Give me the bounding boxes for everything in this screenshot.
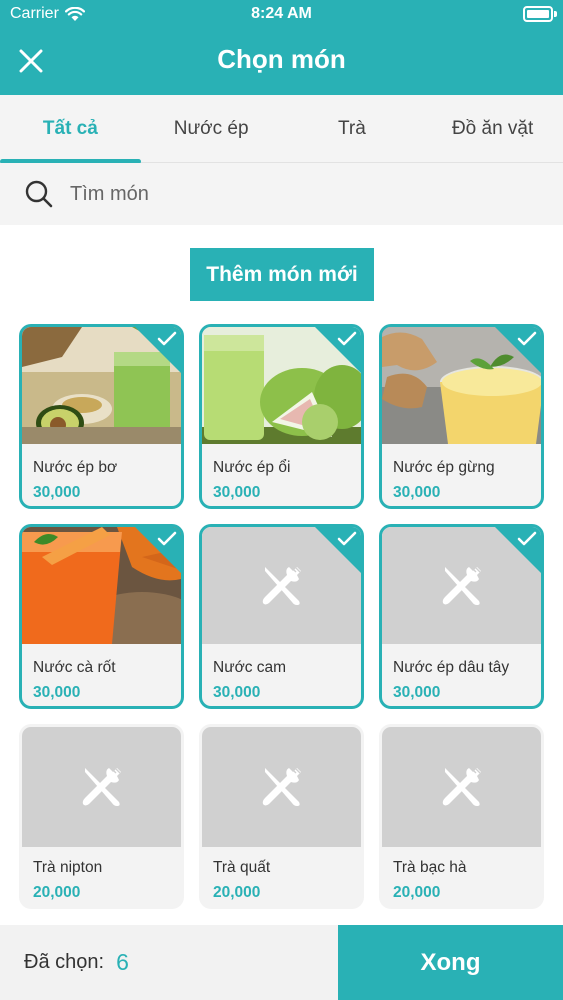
tab-all[interactable]: Tất cả <box>0 95 141 164</box>
add-new-item-button[interactable]: Thêm món mới <box>190 248 374 301</box>
item-name: Nước ép bơ <box>33 459 118 476</box>
status-bar: Carrier 8:24 AM <box>0 0 563 30</box>
menu-grid: Nước ép bơ 30,000 Nước ép ổi 30,000 Nước… <box>19 324 545 909</box>
battery-tip <box>554 11 557 17</box>
item-price: 20,000 <box>393 884 441 901</box>
menu-item-card[interactable]: Nước ép ổi 30,000 <box>199 324 364 509</box>
search-icon <box>25 180 53 208</box>
menu-item-card[interactable]: Nước ép dâu tây 30,000 <box>379 524 544 709</box>
item-name: Nước cà rốt <box>33 659 116 676</box>
item-name: Nước ép ổi <box>213 459 291 476</box>
selected-count-value: 6 <box>116 949 129 975</box>
search-input[interactable] <box>70 182 520 206</box>
item-name: Trà bạc hà <box>393 859 467 876</box>
image-placeholder <box>202 727 361 847</box>
utensils-icon <box>262 566 301 605</box>
item-price: 20,000 <box>213 884 261 901</box>
check-icon <box>157 531 177 546</box>
tab-juice[interactable]: Nước ép <box>141 95 282 163</box>
search-bar <box>0 163 563 225</box>
selected-summary: Đã chọn: 6 <box>0 925 338 1000</box>
image-placeholder <box>22 727 181 847</box>
menu-item-card[interactable]: Nước cam 30,000 <box>199 524 364 709</box>
check-icon <box>337 331 357 346</box>
item-name: Nước ép gừng <box>393 459 495 476</box>
bottom-bar: Đã chọn: 6 Xong <box>0 925 563 1000</box>
utensils-icon <box>262 768 301 806</box>
item-price: 30,000 <box>33 684 81 701</box>
battery-icon <box>523 6 553 22</box>
tab-tea[interactable]: Trà <box>282 95 423 163</box>
check-icon <box>157 331 177 346</box>
item-price: 30,000 <box>213 484 261 501</box>
menu-item-card[interactable]: Nước cà rốt 30,000 <box>19 524 184 709</box>
item-name: Trà nipton <box>33 859 103 876</box>
item-name: Nước cam <box>213 659 287 676</box>
item-price: 30,000 <box>213 684 261 701</box>
selected-count-label: Đã chọn: <box>24 951 105 973</box>
menu-item-card[interactable]: Trà nipton 20,000 <box>19 724 184 909</box>
image-placeholder <box>382 727 541 847</box>
menu-item-card[interactable]: Trà quất 20,000 <box>199 724 364 909</box>
menu-item-card[interactable]: Nước ép bơ 30,000 <box>19 324 184 509</box>
tab-snacks[interactable]: Đồ ăn vặt <box>422 95 563 163</box>
done-button[interactable]: Xong <box>338 925 563 1000</box>
menu-item-card[interactable]: Trà bạc hà 20,000 <box>379 724 544 909</box>
item-price: 30,000 <box>33 484 81 501</box>
check-icon <box>517 531 537 546</box>
check-icon <box>337 531 357 546</box>
category-tabs: Tất cả Nước ép Trà Đồ ăn vặt <box>0 95 563 164</box>
item-price: 30,000 <box>393 684 441 701</box>
nav-bar: Carrier 8:24 AM Chọn món <box>0 0 563 95</box>
item-price: 30,000 <box>393 484 441 501</box>
utensils-icon <box>442 566 481 605</box>
check-icon <box>517 331 537 346</box>
utensils-icon <box>82 768 121 806</box>
menu-item-card[interactable]: Nước ép gừng 30,000 <box>379 324 544 509</box>
item-name: Trà quất <box>213 859 271 876</box>
item-price: 20,000 <box>33 884 81 901</box>
status-time: 8:24 AM <box>251 5 312 22</box>
utensils-icon <box>442 768 481 806</box>
item-name: Nước ép dâu tây <box>393 659 510 676</box>
page-title: Chọn món <box>217 44 346 74</box>
